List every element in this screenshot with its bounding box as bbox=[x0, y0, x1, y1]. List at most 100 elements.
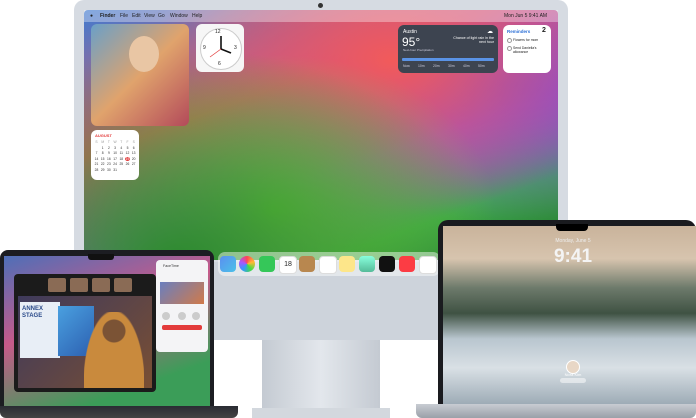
weather-time-2: 20m bbox=[433, 64, 440, 68]
music-icon[interactable] bbox=[399, 256, 415, 272]
calendar-day: 4 bbox=[120, 145, 123, 150]
weather-time-4: 40m bbox=[463, 64, 470, 68]
calendar-day: 30 bbox=[107, 168, 111, 172]
reminders-icon[interactable] bbox=[319, 256, 337, 274]
calendar-day: 16 bbox=[107, 156, 111, 161]
calendar-day: 25 bbox=[119, 162, 124, 167]
calendar-month: AUGUST bbox=[95, 133, 112, 138]
calendar-day: 2 bbox=[107, 145, 110, 150]
calendar-day: 14 bbox=[94, 156, 99, 161]
lock-time: 9:41 bbox=[553, 246, 593, 267]
reminder-item-0: Flowers for mom bbox=[513, 38, 539, 42]
menu-view[interactable]: View bbox=[144, 13, 155, 19]
menu-finder[interactable]: Finder bbox=[100, 13, 115, 19]
menubar-clock[interactable]: Mon Jun 5 9:41 AM bbox=[504, 13, 547, 19]
weather-time-3: 30m bbox=[448, 64, 455, 68]
finder-icon[interactable] bbox=[220, 256, 236, 272]
notes-icon[interactable] bbox=[339, 256, 355, 272]
apple-tv-icon[interactable] bbox=[379, 256, 395, 272]
menu-bar: ● Finder File Edit View Go Window Help M… bbox=[84, 10, 558, 22]
weather-time-0: Now bbox=[403, 64, 410, 68]
lock-date: Monday, June 5 bbox=[555, 238, 591, 244]
reminder-checkbox-1[interactable] bbox=[507, 46, 512, 51]
presenter-video bbox=[84, 312, 144, 388]
imac-stand bbox=[262, 340, 380, 410]
slide-title-line1: ANNEX bbox=[22, 306, 44, 312]
participant-thumb[interactable] bbox=[114, 278, 132, 292]
person-photo bbox=[129, 36, 159, 72]
effect-icon[interactable] bbox=[192, 312, 200, 320]
effect-icon[interactable] bbox=[162, 312, 170, 320]
menu-go[interactable]: Go bbox=[158, 13, 165, 19]
camera-icon bbox=[318, 3, 323, 8]
imac-foot bbox=[252, 408, 390, 418]
participant-thumb[interactable] bbox=[92, 278, 110, 292]
calendar-day: 3 bbox=[114, 145, 117, 150]
photos-icon[interactable] bbox=[239, 256, 255, 272]
weather-time-1: 10m bbox=[418, 64, 425, 68]
reminder-item-1: Send Daniella's allowance bbox=[513, 46, 537, 54]
slide-title-line2: STAGE bbox=[22, 313, 43, 319]
calendar-day: 17 bbox=[113, 156, 117, 161]
reminder-checkbox-0[interactable] bbox=[507, 38, 512, 43]
facetime-panel[interactable] bbox=[156, 260, 208, 352]
menu-help[interactable]: Help bbox=[192, 13, 202, 19]
calendar-day: 20 bbox=[131, 156, 136, 161]
calendar-day: 12 bbox=[125, 151, 130, 156]
calendar-day: 24 bbox=[113, 162, 117, 167]
clock-hands-icon bbox=[209, 36, 232, 58]
menu-window[interactable]: Window bbox=[170, 13, 188, 19]
calendar-icon[interactable]: 18 bbox=[279, 256, 297, 274]
calendar-day: 13 bbox=[131, 151, 136, 156]
calendar-weekday: W bbox=[113, 140, 117, 144]
precipitation-bar bbox=[402, 58, 494, 61]
calendar-day: 27 bbox=[131, 162, 136, 167]
facetime-panel-title: FaceTime bbox=[163, 264, 179, 268]
calendar-day: 10 bbox=[113, 151, 117, 156]
calendar-day: 9 bbox=[107, 151, 110, 156]
calendar-day: 28 bbox=[94, 168, 99, 172]
effect-icon[interactable] bbox=[178, 312, 186, 320]
left-laptop-notch bbox=[88, 254, 114, 260]
user-name: Nora Kim bbox=[564, 372, 582, 377]
calendar-weekday: F bbox=[126, 140, 129, 144]
end-call-button[interactable] bbox=[162, 325, 202, 330]
reminders-title: Reminders bbox=[507, 29, 531, 34]
facetime-icon[interactable] bbox=[259, 256, 275, 272]
calendar-weekday: S bbox=[132, 140, 135, 144]
left-laptop-base bbox=[0, 406, 238, 418]
news-icon[interactable] bbox=[419, 256, 437, 274]
menu-file[interactable]: File bbox=[120, 13, 128, 19]
calendar-weekday: M bbox=[101, 140, 105, 144]
contacts-icon[interactable] bbox=[299, 256, 315, 272]
right-laptop-base bbox=[416, 404, 696, 418]
calendar-day: 15 bbox=[100, 156, 105, 161]
camera-preview bbox=[160, 282, 204, 304]
calendar-day: 21 bbox=[94, 162, 99, 167]
weather-condition: Chance of light rain in the next hour bbox=[453, 36, 494, 44]
weather-time-5: 50m bbox=[478, 64, 485, 68]
calendar-day: 5 bbox=[126, 145, 129, 150]
cloud-rain-icon: ☁ bbox=[487, 29, 493, 35]
participant-thumb[interactable] bbox=[48, 278, 66, 292]
right-laptop-notch bbox=[556, 224, 588, 231]
menu-edit[interactable]: Edit bbox=[132, 13, 141, 19]
calendar-day: 1 bbox=[101, 145, 104, 150]
calendar-day: 19 bbox=[125, 156, 130, 161]
calendar-weekday: T bbox=[120, 140, 123, 144]
calendar-day: 26 bbox=[125, 162, 130, 167]
participant-thumb[interactable] bbox=[70, 278, 88, 292]
calendar-weekday: S bbox=[95, 140, 98, 144]
maps-icon[interactable] bbox=[359, 256, 375, 272]
password-field[interactable] bbox=[560, 378, 586, 383]
weather-temp: 95° bbox=[402, 35, 421, 49]
calendar-day: 23 bbox=[107, 162, 111, 167]
apple-menu-icon[interactable]: ● bbox=[90, 13, 93, 19]
weather-subtext: Next-hour Precipitation bbox=[403, 48, 434, 52]
calendar-day: 11 bbox=[119, 151, 124, 156]
calendar-day: 7 bbox=[95, 151, 98, 156]
calendar-day: 18 bbox=[119, 156, 124, 161]
calendar-day: 8 bbox=[101, 151, 104, 156]
calendar-day: 22 bbox=[100, 162, 105, 167]
calendar-day: 31 bbox=[113, 168, 117, 172]
